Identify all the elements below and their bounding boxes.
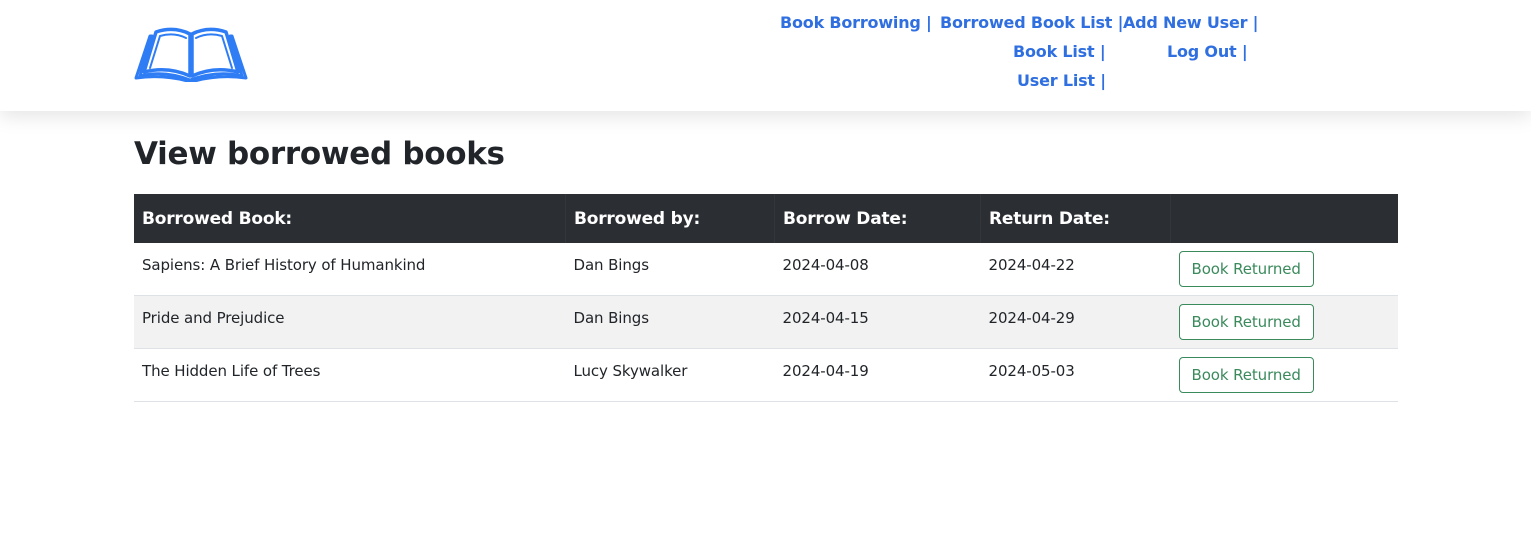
borrower-name: Lucy Skywalker bbox=[573, 362, 688, 380]
nav-user-list[interactable]: User List | bbox=[1017, 71, 1106, 91]
borrower-name: Dan Bings bbox=[573, 309, 650, 327]
table-row: Sapiens: A Brief History of Humankind Da… bbox=[134, 243, 1398, 296]
cell-borrowed-by: Dan Bings bbox=[565, 295, 775, 349]
nav-book-borrowing[interactable]: Book Borrowing | bbox=[780, 13, 932, 33]
cell-return-date: 2024-04-29 bbox=[980, 295, 1171, 349]
cell-action: Book Returned bbox=[1170, 243, 1398, 296]
table-header-row: Borrowed Book: Borrowed by: Borrow Date:… bbox=[134, 194, 1398, 243]
book-title: The Hidden Life of Trees bbox=[142, 362, 321, 380]
nav-borrowed-book-list[interactable]: Borrowed Book List | bbox=[940, 13, 1123, 33]
header-borrowed-by: Borrowed by: bbox=[565, 194, 775, 243]
header-action bbox=[1170, 194, 1398, 243]
book-returned-button[interactable]: Book Returned bbox=[1178, 304, 1314, 340]
cell-action: Book Returned bbox=[1170, 348, 1398, 402]
table-row: The Hidden Life of Trees Lucy Skywalker … bbox=[134, 348, 1398, 402]
cell-book: Pride and Prejudice bbox=[134, 295, 566, 349]
nav-add-new-user[interactable]: Add New User | bbox=[1123, 13, 1259, 33]
cell-borrowed-by: Lucy Skywalker bbox=[565, 348, 775, 402]
borrower-name: Dan Bings bbox=[573, 256, 650, 274]
header-return-date: Return Date: bbox=[980, 194, 1171, 243]
top-header: Book Borrowing | Borrowed Book List | Ad… bbox=[0, 0, 1531, 111]
cell-action: Book Returned bbox=[1170, 295, 1398, 349]
book-title: Pride and Prejudice bbox=[142, 309, 285, 327]
book-returned-button[interactable]: Book Returned bbox=[1178, 251, 1314, 287]
borrowed-books-table: Borrowed Book: Borrowed by: Borrow Date:… bbox=[134, 194, 1398, 402]
return-date: 2024-04-22 bbox=[988, 256, 1075, 274]
cell-borrow-date: 2024-04-15 bbox=[774, 295, 981, 349]
page-title: View borrowed books bbox=[134, 136, 505, 172]
borrow-date: 2024-04-15 bbox=[782, 309, 869, 327]
open-book-icon[interactable] bbox=[134, 24, 248, 82]
book-title: Sapiens: A Brief History of Humankind bbox=[142, 256, 426, 274]
borrow-date: 2024-04-08 bbox=[782, 256, 869, 274]
cell-book: Sapiens: A Brief History of Humankind bbox=[134, 243, 566, 296]
nav-book-list[interactable]: Book List | bbox=[1013, 42, 1106, 62]
table-row: Pride and Prejudice Dan Bings 2024-04-15… bbox=[134, 295, 1398, 349]
return-date: 2024-04-29 bbox=[988, 309, 1075, 327]
return-date: 2024-05-03 bbox=[988, 362, 1075, 380]
cell-book: The Hidden Life of Trees bbox=[134, 348, 566, 402]
header-borrowed-book: Borrowed Book: bbox=[134, 194, 566, 243]
borrow-date: 2024-04-19 bbox=[782, 362, 869, 380]
book-returned-button[interactable]: Book Returned bbox=[1178, 357, 1314, 393]
cell-borrow-date: 2024-04-08 bbox=[774, 243, 981, 296]
header-borrow-date: Borrow Date: bbox=[774, 194, 981, 243]
cell-return-date: 2024-04-22 bbox=[980, 243, 1171, 296]
cell-borrowed-by: Dan Bings bbox=[565, 243, 775, 296]
nav-log-out[interactable]: Log Out | bbox=[1167, 42, 1248, 62]
cell-borrow-date: 2024-04-19 bbox=[774, 348, 981, 402]
cell-return-date: 2024-05-03 bbox=[980, 348, 1171, 402]
